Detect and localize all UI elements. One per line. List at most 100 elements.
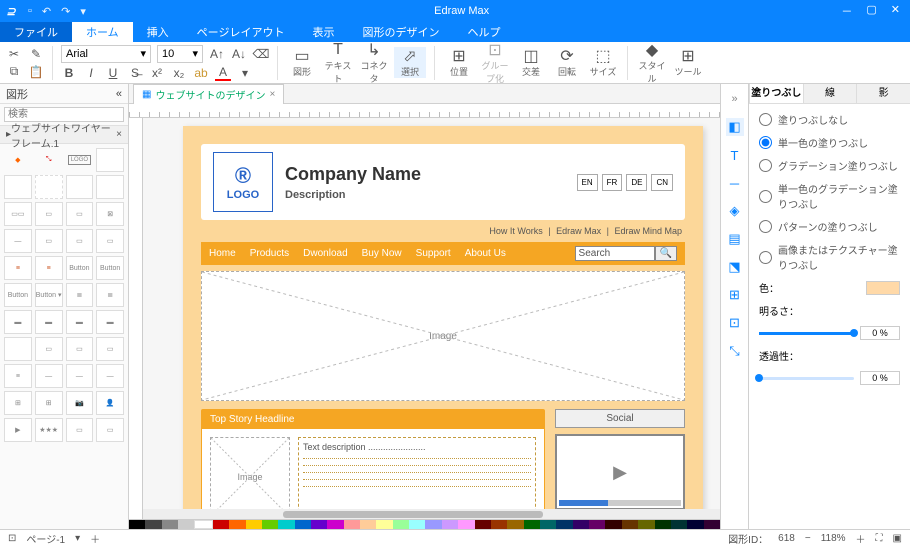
wf-nav-item[interactable]: Products (250, 248, 289, 259)
text-tool[interactable]: Tテキスト (322, 41, 354, 85)
wf-lang-btn[interactable]: FR (602, 174, 623, 191)
shape-item[interactable]: ≣ (96, 283, 124, 307)
shape-item[interactable]: ▬ (35, 310, 63, 334)
copy-icon[interactable]: ⧉ (6, 64, 22, 80)
page-dropdown-icon[interactable]: ▾ (75, 533, 80, 544)
paint-icon[interactable]: ✎ (28, 46, 44, 62)
fill-texture[interactable]: 画像またはテクスチャー塗りつぶし (759, 242, 900, 272)
color-swatch[interactable] (866, 281, 900, 295)
page-name[interactable]: ページ-1 (26, 531, 65, 546)
size-tool[interactable]: ⬚サイズ (587, 47, 619, 78)
menu-home[interactable]: ホーム (72, 22, 133, 42)
qat-more-icon[interactable]: ▾ (80, 5, 86, 18)
wf-story-block[interactable]: Top Story Headline Image Text descriptio… (201, 409, 545, 519)
shape-item[interactable]: ≡ (35, 256, 63, 280)
collapse-panel-icon[interactable]: « (116, 88, 122, 100)
qat-redo-icon[interactable]: ↷ (61, 5, 70, 18)
shrink-font-icon[interactable]: A↓ (231, 46, 247, 62)
menu-design[interactable]: 図形のデザイン (348, 22, 453, 42)
cut-icon[interactable]: ✂ (6, 46, 22, 62)
close-icon[interactable]: ✕ (891, 3, 900, 19)
wf-video[interactable]: ▶ (555, 434, 685, 510)
shape-item[interactable]: ⊞ (35, 391, 63, 415)
shape-item[interactable]: ⤡ (35, 148, 63, 172)
shape-item[interactable]: Button (4, 283, 32, 307)
shape-item[interactable]: ― (35, 364, 63, 388)
shape-item[interactable] (66, 175, 94, 199)
more-font-icon[interactable]: ▾ (237, 65, 253, 81)
zoom-in-icon[interactable]: ＋ (856, 531, 866, 546)
wireframe-page[interactable]: ®LOGO Company Name Description EN FR DE … (183, 126, 703, 519)
shape-item[interactable]: ▬ (96, 310, 124, 334)
menu-view[interactable]: 表示 (298, 22, 348, 42)
wf-hero-image[interactable]: Image (201, 271, 685, 401)
bold-icon[interactable]: B (61, 65, 77, 81)
shape-item[interactable]: ― (96, 364, 124, 388)
rotate-tool[interactable]: ⟳回転 (551, 47, 583, 78)
brightness-slider[interactable] (759, 332, 854, 335)
wf-lang-btn[interactable]: EN (577, 174, 598, 191)
shape-item[interactable]: ▭ (35, 337, 63, 361)
shape-tool[interactable]: ▭図形 (286, 47, 318, 78)
shape-item[interactable] (96, 175, 124, 199)
transparency-value[interactable]: 0 % (860, 371, 900, 385)
clear-format-icon[interactable]: ⌫ (253, 46, 269, 62)
shape-item[interactable]: LOGO (66, 148, 94, 172)
shape-item[interactable]: ▬ (66, 310, 94, 334)
font-color-icon[interactable]: A (215, 65, 231, 81)
wf-story-text[interactable]: Text description ....................... (298, 437, 536, 517)
page-panel-icon[interactable]: ▤ (726, 230, 744, 248)
wf-search-input[interactable] (575, 246, 655, 261)
wf-social[interactable]: Social (555, 409, 685, 428)
fill-gradient[interactable]: グラデーション塗りつぶし (759, 158, 900, 173)
shape-item[interactable]: ▭ (35, 229, 63, 253)
paste-icon[interactable]: 📋 (28, 64, 44, 80)
wf-nav-item[interactable]: Buy Now (362, 248, 402, 259)
shape-item[interactable]: ▬ (4, 310, 32, 334)
h-scrollbar[interactable] (143, 509, 720, 519)
fill-solid[interactable]: 単一色の塗りつぶし (759, 135, 900, 150)
fill-panel-icon[interactable]: ◧ (726, 118, 744, 136)
add-page-icon[interactable]: ＋ (90, 531, 100, 546)
minimize-icon[interactable]: － (841, 3, 852, 19)
shape-item[interactable]: ▭ (66, 418, 94, 442)
shape-item[interactable]: ⊞ (4, 391, 32, 415)
strike-icon[interactable]: S̶ (127, 65, 143, 81)
shape-item[interactable]: ≡ (4, 364, 32, 388)
group-tool[interactable]: ⊡グループ化 (479, 41, 511, 85)
shape-item[interactable]: Button (96, 256, 124, 280)
shape-item[interactable]: ▭ (66, 337, 94, 361)
shape-item[interactable]: ≣ (66, 283, 94, 307)
shape-item[interactable]: ― (66, 364, 94, 388)
highlight-icon[interactable]: ab (193, 65, 209, 81)
close-tab-icon[interactable]: × (269, 89, 275, 100)
fill-solid-gradient[interactable]: 単一色のグラデーション塗りつぶし (759, 181, 900, 211)
shape-item[interactable]: Button (66, 256, 94, 280)
wf-nav-item[interactable]: Home (209, 248, 236, 259)
qat-save-icon[interactable]: ▫ (28, 5, 32, 18)
sub-icon[interactable]: x₂ (171, 65, 187, 81)
tool-menu[interactable]: ⊞ツール (672, 47, 704, 78)
font-combo[interactable]: Arial▾ (61, 45, 151, 63)
connector-tool[interactable]: ↳コネクタ (358, 41, 390, 85)
underline-icon[interactable]: U (105, 65, 121, 81)
shape-item[interactable]: ▭ (96, 229, 124, 253)
canvas[interactable]: ®LOGO Company Name Description EN FR DE … (143, 118, 720, 519)
shape-item[interactable]: ▭▭ (4, 202, 32, 226)
shape-item[interactable]: ▭ (35, 202, 63, 226)
wf-story-headline[interactable]: Top Story Headline (202, 410, 544, 429)
page-nav-icon[interactable]: ⊡ (8, 533, 16, 544)
select-tool[interactable]: ⬀選択 (394, 47, 426, 78)
wf-lang-btn[interactable]: CN (651, 174, 673, 191)
fullscreen-icon[interactable]: ▣ (893, 533, 902, 544)
shape-item[interactable]: ▭ (66, 202, 94, 226)
shape-item[interactable]: 👤 (96, 391, 124, 415)
italic-icon[interactable]: I (83, 65, 99, 81)
shape-item[interactable]: ▭ (66, 229, 94, 253)
shape-item[interactable]: ◆ (4, 148, 32, 172)
maximize-icon[interactable]: ▢ (866, 3, 876, 19)
style-tool[interactable]: ◆スタイル (636, 41, 668, 85)
size-combo[interactable]: 10▾ (157, 45, 203, 63)
wf-lang-btn[interactable]: DE (626, 174, 647, 191)
color-palette-bar[interactable] (129, 519, 720, 529)
